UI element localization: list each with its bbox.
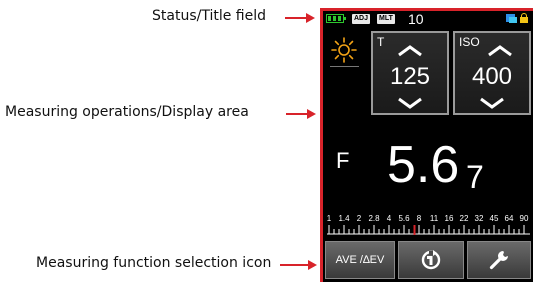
mlt-tag: MLT	[377, 14, 395, 24]
shutter-speed-box: T 125	[371, 31, 449, 115]
ambient-mode-button[interactable]	[327, 33, 362, 67]
scale-tick-label: 1.4	[338, 214, 350, 223]
memory-cycle-icon	[421, 250, 441, 270]
iso-box: ISO 400	[453, 31, 531, 115]
function-icon-arrowhead	[308, 260, 317, 270]
scale-tick-label: 11	[429, 214, 439, 223]
memory-icon	[506, 14, 517, 23]
scale-tick-label: 45	[489, 214, 499, 223]
status-title-arrow	[285, 17, 307, 19]
shutter-down-button[interactable]	[397, 97, 423, 109]
shutter-up-button[interactable]	[397, 45, 423, 57]
battery-icon	[326, 14, 346, 23]
aperture-scale: 1 1.4 2 2.8 4 5.6 8 11 16 22 32 45 64 90	[323, 214, 533, 236]
status-bar: ADJ MLT 10	[323, 11, 533, 27]
scale-tick-label: 32	[474, 214, 484, 223]
wrench-icon	[489, 251, 508, 270]
aperture-value: 5.6	[387, 136, 460, 194]
multi-count: 10	[408, 11, 424, 27]
scale-tick-label: 4	[386, 214, 392, 223]
function-icon-annotation: Measuring function selection icon	[36, 255, 272, 271]
status-title-arrowhead	[306, 13, 315, 23]
status-title-annotation: Status/Title field	[152, 8, 266, 24]
scale-tick-label: 64	[504, 214, 514, 223]
scale-tick-label: 16	[444, 214, 454, 223]
scale-ruler	[327, 225, 530, 235]
ave-ev-button[interactable]: AVE /∆EV	[325, 241, 395, 279]
shutter-value: 125	[389, 63, 431, 90]
meter-frame: ADJ MLT 10 T 125 ISO 400 F 5.6 7 1 1.4 2…	[320, 8, 533, 282]
measuring-display-annotation: Measuring operations/Display area	[5, 104, 249, 120]
memory-cycle-button[interactable]	[398, 241, 464, 279]
sun-icon	[331, 37, 357, 63]
lock-icon	[520, 13, 528, 23]
scale-tick-label: 2	[356, 214, 362, 223]
function-icon-arrow	[280, 264, 309, 266]
measuring-display-arrowhead	[307, 109, 316, 119]
iso-up-button[interactable]	[487, 45, 513, 57]
iso-label: ISO	[459, 35, 480, 49]
ave-ev-label: AVE /∆EV	[335, 254, 385, 266]
measuring-display-arrow	[286, 113, 308, 115]
aperture-tenths: 7	[466, 159, 484, 195]
scale-tick-label: 5.6	[398, 214, 410, 223]
scale-tick-label: 8	[416, 214, 422, 223]
scale-tick-label: 1	[326, 214, 332, 223]
scale-tick-label: 22	[459, 214, 469, 223]
scale-tick-label: 90	[519, 214, 529, 223]
iso-value: 400	[471, 63, 513, 90]
scale-tick-label: 2.8	[368, 214, 380, 223]
meter-screen: ADJ MLT 10 T 125 ISO 400 F 5.6 7 1 1.4 2…	[323, 11, 533, 282]
shutter-label: T	[377, 35, 385, 49]
aperture-label: F	[336, 148, 350, 173]
adj-tag: ADJ	[352, 14, 371, 24]
iso-down-button[interactable]	[479, 97, 505, 109]
settings-button[interactable]	[467, 241, 531, 279]
